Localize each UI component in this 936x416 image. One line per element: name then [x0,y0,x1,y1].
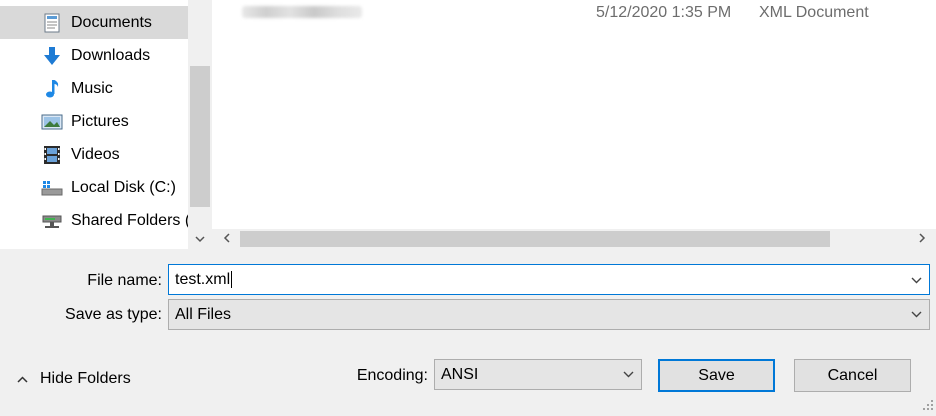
file-name-dropdown-button[interactable] [903,271,929,289]
nav-scrollbar-thumb[interactable] [190,66,210,207]
encoding-label: Encoding: [356,367,428,384]
nav-item-label: Music [71,79,113,97]
file-row[interactable]: 5/12/2020 1:35 PM XML Document [212,0,936,26]
chevron-right-icon [918,230,926,248]
nav-item-music[interactable]: Music [0,72,188,105]
resize-grip-icon[interactable] [922,398,934,410]
encoding-select[interactable]: ANSI [434,359,642,390]
file-name-input[interactable]: test.xml [168,264,930,295]
music-icon [41,78,63,100]
downloads-icon [41,45,63,67]
text-caret [231,270,233,288]
nav-item-label: Local Disk (C:) [71,178,176,196]
local-disk-icon [41,177,63,199]
file-list-hscrollbar[interactable] [212,229,936,249]
file-list: 5/12/2020 1:35 PM XML Document [212,0,936,229]
nav-item-documents[interactable]: Documents [0,6,188,39]
save-type-label: Save as type: [65,306,162,323]
shared-folders-icon [41,210,63,232]
save-button[interactable]: Save [658,359,775,392]
nav-scroll-down-button[interactable] [188,229,212,249]
hscrollbar-thumb[interactable] [240,231,830,247]
nav-item-local-disk[interactable]: Local Disk (C:) [0,171,188,204]
file-type: XML Document [759,4,869,21]
chevron-down-icon [615,371,641,378]
videos-icon [41,144,63,166]
nav-item-pictures[interactable]: Pictures [0,105,188,138]
chevron-down-icon [195,230,205,248]
chevron-up-icon [14,375,30,383]
documents-icon [41,12,63,34]
pictures-icon [41,111,63,133]
scroll-left-button[interactable] [212,229,240,249]
chevron-down-icon [903,311,929,318]
nav-item-label: Documents [71,13,152,31]
hide-folders-label: Hide Folders [40,370,131,387]
nav-item-label: Shared Folders (\ [71,211,195,229]
nav-item-label: Downloads [71,46,151,64]
cancel-button[interactable]: Cancel [794,359,911,392]
save-type-select[interactable]: All Files [168,299,930,330]
file-name-value: test.xml [175,270,231,288]
chevron-left-icon [223,230,230,248]
nav-item-label: Pictures [71,112,129,130]
nav-item-videos[interactable]: Videos [0,138,188,171]
chevron-down-icon [911,271,922,289]
scroll-right-button[interactable] [908,229,936,249]
navigation-pane: Documents Downloads Music Pictures Video… [0,0,212,249]
file-name-blurred [242,6,362,18]
nav-item-shared-folders[interactable]: Shared Folders (\ [0,204,195,237]
file-name-label: File name: [87,272,162,289]
hide-folders-button[interactable]: Hide Folders [14,366,131,392]
nav-item-downloads[interactable]: Downloads [0,39,188,72]
save-type-value: All Files [175,305,232,323]
nav-item-label: Videos [71,145,120,163]
encoding-value: ANSI [441,365,479,383]
file-date: 5/12/2020 1:35 PM [596,4,732,21]
